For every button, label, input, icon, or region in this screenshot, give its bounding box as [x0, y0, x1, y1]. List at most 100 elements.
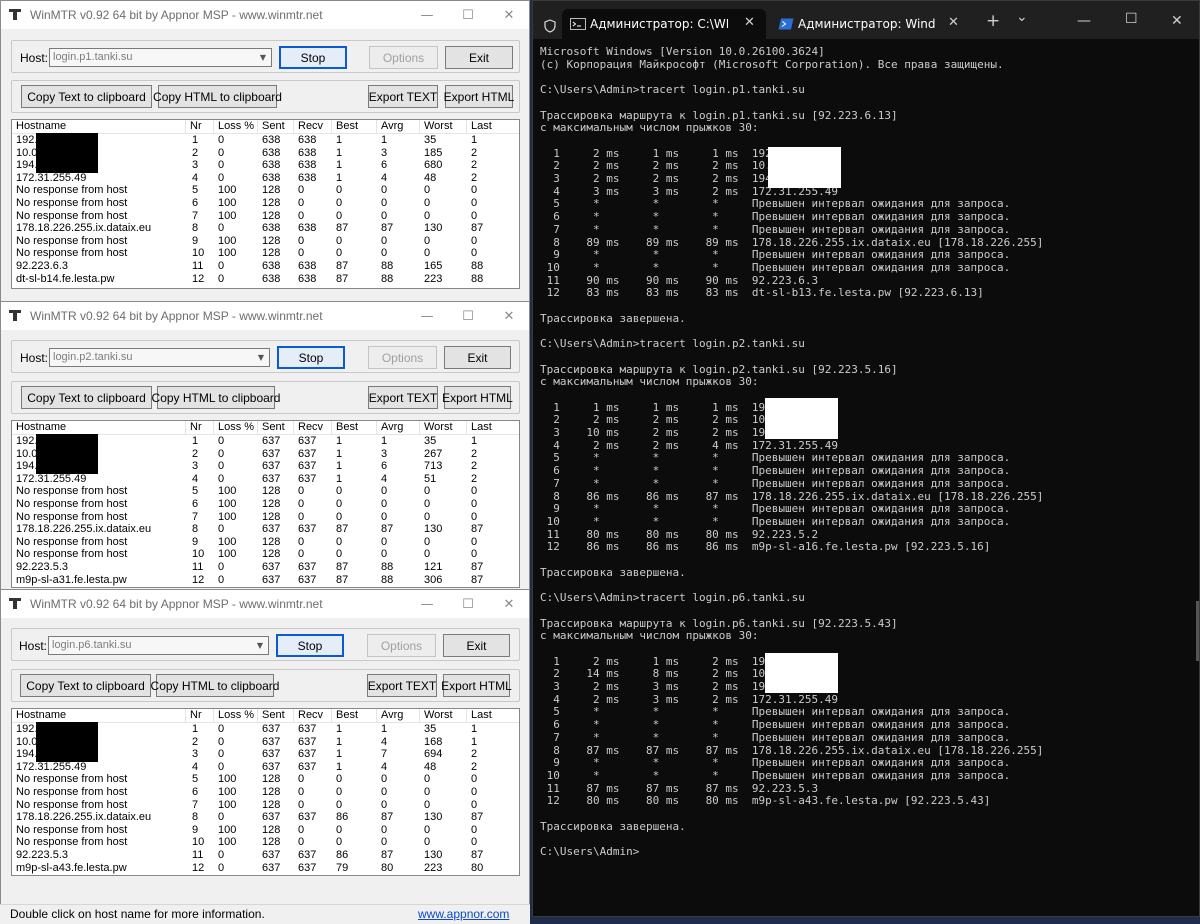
- column-header[interactable]: Last: [467, 421, 519, 434]
- column-header[interactable]: Hostname: [12, 709, 186, 722]
- table-row[interactable]: No response from host 7 100 128 0 0 0 0 0: [12, 511, 519, 524]
- exit-button[interactable]: Exit: [444, 346, 511, 369]
- table-row[interactable]: No response from host 6 100 128 0 0 0 0 0: [12, 498, 519, 511]
- column-header[interactable]: Nr: [186, 421, 214, 434]
- table-row[interactable]: No response from host 10 100 128 0 0 0 0 0: [12, 247, 519, 260]
- minimize-button[interactable]: —: [405, 590, 449, 618]
- table-row[interactable]: m9p-sl-a31.fe.lesta.pw 12 0 637 637 87 88 306 87: [12, 574, 519, 587]
- table-row[interactable]: No response from host 9 100 128 0 0 0 0 0: [12, 824, 519, 837]
- column-header[interactable]: Loss %: [214, 421, 258, 434]
- copy-text-button[interactable]: Copy Text to clipboard: [21, 386, 152, 409]
- column-header[interactable]: Recv: [294, 120, 332, 133]
- tab-cmd[interactable]: Администратор: C:\WINDO ✕: [562, 9, 766, 39]
- host-combobox[interactable]: login.p2.tanki.su ▼: [49, 348, 270, 367]
- column-header[interactable]: Nr: [186, 709, 214, 722]
- title-bar[interactable]: WinMTR v0.92 64 bit by Appnor MSP - www.…: [1, 302, 529, 330]
- new-tab-button[interactable]: +: [986, 11, 1000, 31]
- column-header[interactable]: Worst: [420, 120, 467, 133]
- host-combobox[interactable]: login.p6.tanki.su ▼: [48, 636, 269, 655]
- table-row[interactable]: dt-sl-b14.fe.lesta.pw 12 0 638 638 87 88 223 88: [12, 273, 519, 286]
- hops-table[interactable]: Hostname Nr Loss % Sent Recv Best Avrg Worst Las…: [11, 708, 520, 876]
- chevron-down-icon[interactable]: ▼: [254, 639, 266, 652]
- table-row[interactable]: No response from host 7 100 128 0 0 0 0 0: [12, 210, 519, 223]
- column-header[interactable]: Best: [332, 120, 377, 133]
- close-button[interactable]: ✕: [487, 1, 529, 29]
- table-row[interactable]: No response from host 5 100 128 0 0 0 0 0: [12, 184, 519, 197]
- table-row[interactable]: 172.31.255.49 4 0 637 637 1 4 48 2: [12, 761, 519, 774]
- column-header[interactable]: Best: [332, 709, 377, 722]
- column-header[interactable]: Best: [332, 421, 377, 434]
- table-row[interactable]: No response from host 10 100 128 0 0 0 0 0: [12, 548, 519, 561]
- export-html-button[interactable]: Export HTML: [444, 85, 514, 108]
- options-button[interactable]: Options: [367, 634, 436, 657]
- column-header[interactable]: Avrg: [377, 421, 420, 434]
- title-bar[interactable]: WinMTR v0.92 64 bit by Appnor MSP - www.…: [1, 590, 529, 618]
- options-button[interactable]: Options: [369, 46, 438, 69]
- exit-button[interactable]: Exit: [443, 634, 510, 657]
- host-combobox[interactable]: login.p1.tanki.su ▼: [49, 48, 272, 67]
- column-header[interactable]: Avrg: [377, 120, 420, 133]
- export-html-button[interactable]: Export HTML: [442, 386, 513, 409]
- maximize-button[interactable]: ☐: [1125, 11, 1138, 27]
- column-header[interactable]: Loss %: [214, 709, 258, 722]
- export-text-button[interactable]: Export TEXT: [367, 674, 437, 697]
- options-button[interactable]: Options: [368, 346, 437, 369]
- scrollbar[interactable]: [1196, 601, 1199, 661]
- table-row[interactable]: 172.31.255.49 4 0 637 637 1 4 51 2: [12, 473, 519, 486]
- hops-table[interactable]: Hostname Nr Loss % Sent Recv Best Avrg Worst Las…: [11, 420, 520, 588]
- column-header[interactable]: Hostname: [12, 421, 186, 434]
- minimize-button[interactable]: —: [405, 302, 449, 330]
- table-row[interactable]: No response from host 9 100 128 0 0 0 0 0: [12, 235, 519, 248]
- column-header[interactable]: Recv: [294, 709, 332, 722]
- close-button[interactable]: ✕: [1171, 13, 1183, 29]
- table-row[interactable]: No response from host 6 100 128 0 0 0 0 0: [12, 197, 519, 210]
- stop-button[interactable]: Stop: [277, 346, 345, 369]
- copy-html-button[interactable]: Copy HTML to clipboard: [151, 674, 279, 697]
- column-header[interactable]: Worst: [420, 709, 467, 722]
- column-header[interactable]: Sent: [258, 709, 294, 722]
- column-header[interactable]: Last: [467, 709, 519, 722]
- minimize-button[interactable]: —: [405, 1, 449, 29]
- column-header[interactable]: Sent: [258, 421, 294, 434]
- copy-text-button[interactable]: Copy Text to clipboard: [21, 85, 152, 108]
- table-row[interactable]: No response from host 7 100 128 0 0 0 0 0: [12, 799, 519, 812]
- export-text-button[interactable]: Export TEXT: [368, 85, 438, 108]
- minimize-button[interactable]: —: [1077, 13, 1091, 29]
- table-row[interactable]: 92.223.5.3 11 0 637 637 87 88 121 87: [12, 561, 519, 574]
- table-row[interactable]: 178.18.226.255.ix.dataix.eu 8 0 637 637 87 87 1…: [12, 523, 519, 536]
- copy-html-button[interactable]: Copy HTML to clipboard: [153, 85, 282, 108]
- table-row[interactable]: 178.18.226.255.ix.dataix.eu 8 0 637 637 86 87 1…: [12, 811, 519, 824]
- table-row[interactable]: No response from host 5 100 128 0 0 0 0 0: [12, 773, 519, 786]
- column-header[interactable]: Sent: [258, 120, 294, 133]
- maximize-button[interactable]: ☐: [446, 1, 490, 29]
- table-row[interactable]: 178.18.226.255.ix.dataix.eu 8 0 638 638 87 87 1…: [12, 222, 519, 235]
- title-bar[interactable]: WinMTR v0.92 64 bit by Appnor MSP - www.…: [1, 1, 529, 29]
- column-header[interactable]: Recv: [294, 421, 332, 434]
- table-row[interactable]: 92.223.6.3 11 0 638 638 87 88 165 88: [12, 260, 519, 273]
- column-header[interactable]: Loss %: [214, 120, 258, 133]
- tab-bar[interactable]: Администратор: C:\WINDO ✕ Администратор:…: [533, 1, 1199, 39]
- table-row[interactable]: 172.31.255.49 4 0 638 638 1 4 48 2: [12, 172, 519, 185]
- table-row[interactable]: m9p-sl-a43.fe.lesta.pw 12 0 637 637 79 80 223 80: [12, 862, 519, 875]
- hops-table[interactable]: Hostname Nr Loss % Sent Recv Best Avrg Worst Las…: [11, 119, 520, 289]
- tab-close-icon[interactable]: ✕: [744, 15, 755, 30]
- stop-button[interactable]: Stop: [276, 634, 344, 657]
- column-header[interactable]: Worst: [420, 421, 467, 434]
- chevron-down-icon[interactable]: ▼: [257, 51, 269, 64]
- copy-text-button[interactable]: Copy Text to clipboard: [20, 674, 151, 697]
- appnor-link[interactable]: www.appnor.com: [418, 907, 509, 921]
- exit-button[interactable]: Exit: [445, 46, 513, 69]
- table-row[interactable]: No response from host 6 100 128 0 0 0 0 0: [12, 786, 519, 799]
- maximize-button[interactable]: ☐: [446, 302, 490, 330]
- stop-button[interactable]: Stop: [279, 46, 347, 69]
- column-header[interactable]: Nr: [186, 120, 214, 133]
- table-row[interactable]: 92.223.5.3 11 0 637 637 86 87 130 87: [12, 849, 519, 862]
- column-header[interactable]: Last: [467, 120, 519, 133]
- table-row[interactable]: No response from host 5 100 128 0 0 0 0 0: [12, 485, 519, 498]
- export-html-button[interactable]: Export HTML: [441, 674, 512, 697]
- table-row[interactable]: No response from host 10 100 128 0 0 0 0 0: [12, 836, 519, 849]
- chevron-down-icon[interactable]: ⌄: [1016, 9, 1028, 25]
- export-text-button[interactable]: Export TEXT: [368, 386, 438, 409]
- tab-close-icon[interactable]: ✕: [948, 15, 959, 30]
- chevron-down-icon[interactable]: ▼: [255, 351, 267, 364]
